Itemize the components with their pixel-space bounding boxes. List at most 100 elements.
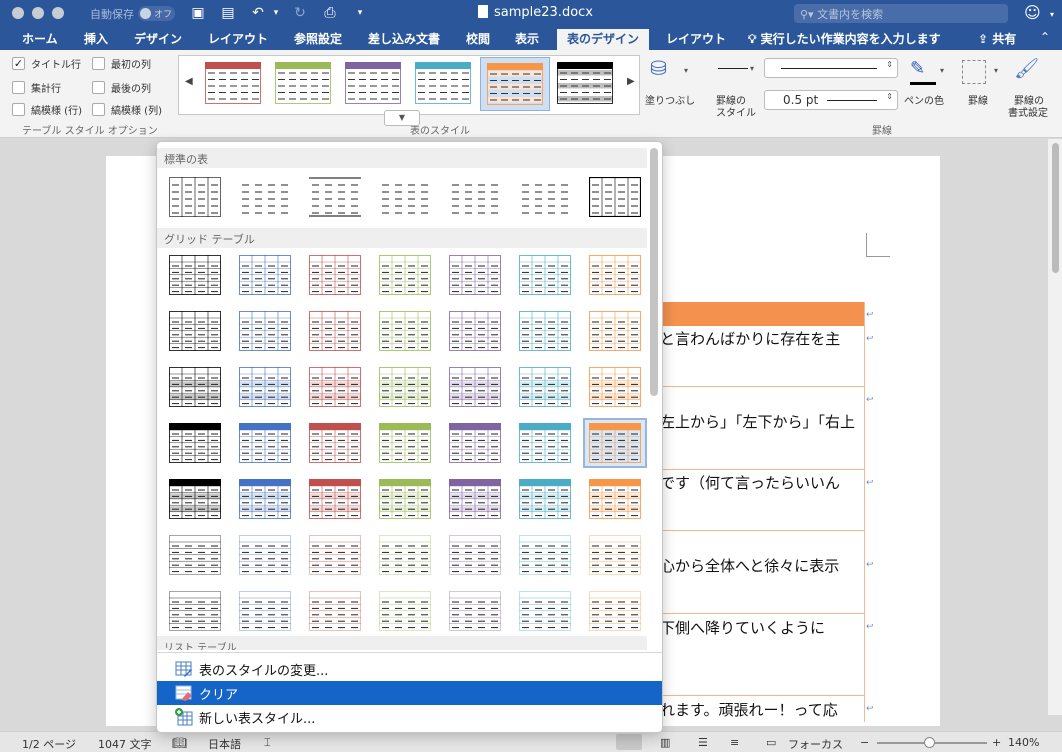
- grid-table-style-thumbnail[interactable]: [165, 588, 225, 634]
- gallery-style-purple[interactable]: [345, 62, 401, 104]
- zoom-level[interactable]: 140%: [1008, 736, 1039, 749]
- vertical-scrollbar[interactable]: [1047, 139, 1062, 715]
- grid-table-style-thumbnail[interactable]: [515, 532, 575, 578]
- save-icon[interactable]: ▤: [220, 5, 236, 21]
- autosave-toggle[interactable]: オフ: [138, 6, 175, 21]
- grid-table-style-thumbnail[interactable]: [165, 364, 225, 410]
- customize-toolbar-icon[interactable]: ▾: [352, 5, 368, 21]
- border-painter-icon[interactable]: 🖌︎: [1014, 56, 1040, 82]
- grid-table-style-thumbnail[interactable]: [375, 364, 435, 410]
- tell-me-input[interactable]: 💡︎ 実行したい作業内容を入力します: [748, 30, 941, 47]
- grid-table-style-thumbnail[interactable]: [445, 364, 505, 410]
- grid-table-style-thumbnail[interactable]: [585, 308, 645, 354]
- zoom-out-icon[interactable]: −: [860, 736, 869, 749]
- gallery-style-green[interactable]: [275, 62, 331, 104]
- table-cell-text[interactable]: 心から全体へと徐々に表示: [660, 555, 839, 576]
- grid-table-style-thumbnail[interactable]: [445, 252, 505, 298]
- grid-table-style-thumbnail[interactable]: [375, 476, 435, 522]
- grid-table-style-thumbnail[interactable]: [445, 532, 505, 578]
- gallery-expand-button[interactable]: ▼: [384, 110, 420, 126]
- last-column-checkbox[interactable]: 最後の列: [92, 80, 151, 95]
- plain-table-style-thumbnail[interactable]: [445, 174, 505, 220]
- feedback-smile-icon[interactable]: ☺: [1024, 4, 1042, 22]
- grid-table-style-thumbnail[interactable]: [585, 532, 645, 578]
- grid-table-style-thumbnail[interactable]: [515, 364, 575, 410]
- grid-table-style-thumbnail[interactable]: [235, 532, 295, 578]
- header-row-checkbox[interactable]: ✓ タイトル行: [12, 56, 81, 71]
- grid-table-style-thumbnail[interactable]: [445, 420, 505, 466]
- grid-table-style-thumbnail[interactable]: [515, 476, 575, 522]
- table-cell-text[interactable]: です（何て言ったらいいん: [660, 472, 840, 493]
- grid-table-style-thumbnail[interactable]: [165, 308, 225, 354]
- grid-table-style-thumbnail[interactable]: [375, 420, 435, 466]
- grid-table-style-thumbnail[interactable]: [445, 308, 505, 354]
- gallery-next-icon[interactable]: ▶: [627, 76, 635, 87]
- grid-table-style-thumbnail[interactable]: [305, 532, 365, 578]
- grid-table-style-thumbnail[interactable]: [515, 308, 575, 354]
- focus-mode-icon[interactable]: ▭: [766, 736, 776, 749]
- grid-table-style-thumbnail[interactable]: [165, 532, 225, 578]
- tab-table-design[interactable]: 表のデザイン: [557, 29, 650, 50]
- grid-table-style-thumbnail[interactable]: [235, 364, 295, 410]
- print-icon[interactable]: ⎙: [322, 5, 338, 21]
- grid-table-style-thumbnail[interactable]: [235, 308, 295, 354]
- redo-icon[interactable]: ↻: [292, 5, 308, 21]
- plain-table-style-thumbnail[interactable]: [585, 174, 645, 220]
- borders-grid-icon[interactable]: [962, 60, 986, 84]
- grid-table-style-thumbnail[interactable]: [585, 252, 645, 298]
- close-window-button[interactable]: [12, 7, 24, 19]
- clear-table-style-menu-item[interactable]: クリア: [157, 681, 662, 705]
- border-style-dropdown-icon[interactable]: ▾: [750, 64, 754, 73]
- grid-table-style-thumbnail[interactable]: [305, 308, 365, 354]
- tab-mailings[interactable]: 差し込み文書: [358, 29, 450, 50]
- grid-table-style-thumbnail[interactable]: [305, 476, 365, 522]
- line-style-select[interactable]: ⇕: [764, 58, 898, 78]
- print-layout-view-icon[interactable]: [616, 734, 642, 750]
- plain-table-style-thumbnail[interactable]: [305, 174, 365, 220]
- focus-mode-label[interactable]: フォーカス: [788, 736, 843, 752]
- grid-table-style-thumbnail[interactable]: [375, 532, 435, 578]
- ribbon-collapse-icon[interactable]: ⌃: [1040, 30, 1050, 44]
- grid-table-style-thumbnail[interactable]: [515, 252, 575, 298]
- gallery-style-black[interactable]: [557, 62, 613, 104]
- table-cell-text[interactable]: れます。頑張れー！って応: [660, 699, 838, 720]
- language-indicator[interactable]: 日本語: [208, 736, 241, 752]
- grid-table-style-thumbnail[interactable]: [305, 252, 365, 298]
- gallery-style-teal[interactable]: [415, 62, 471, 104]
- shading-bucket-icon[interactable]: ⛁: [650, 56, 676, 82]
- grid-table-style-thumbnail[interactable]: [165, 252, 225, 298]
- plain-table-style-thumbnail[interactable]: [165, 174, 225, 220]
- border-style-line-icon[interactable]: [718, 68, 748, 69]
- banded-columns-checkbox[interactable]: 縞模様 (列): [92, 102, 162, 117]
- tab-review[interactable]: 校閲: [456, 29, 500, 50]
- line-weight-select[interactable]: 0.5 pt ⇕: [764, 90, 898, 110]
- shading-dropdown-icon[interactable]: ▾: [684, 66, 688, 75]
- pen-color-dropdown-icon[interactable]: ▾: [940, 66, 944, 75]
- track-changes-icon[interactable]: ⌶: [264, 736, 271, 750]
- tab-home[interactable]: ホーム: [12, 29, 68, 50]
- grid-table-style-thumbnail[interactable]: [235, 252, 295, 298]
- grid-table-style-thumbnail[interactable]: [585, 364, 645, 410]
- scrollbar-thumb[interactable]: [1052, 143, 1059, 273]
- banded-rows-checkbox[interactable]: 縞模様 (行): [12, 102, 82, 117]
- grid-table-style-thumbnail[interactable]: [235, 476, 295, 522]
- grid-table-style-thumbnail[interactable]: [585, 588, 645, 634]
- table-cell-text[interactable]: 左上から」「左下から」「右上: [660, 411, 855, 432]
- grid-table-style-thumbnail[interactable]: [235, 420, 295, 466]
- proofing-icon[interactable]: 📖︎: [172, 736, 187, 750]
- pen-color-icon[interactable]: ✎: [910, 58, 936, 84]
- modify-table-style-menu-item[interactable]: 表のスタイルの変更...: [157, 657, 662, 681]
- tab-table-layout[interactable]: レイアウト: [656, 29, 736, 50]
- sidebar-icon[interactable]: ▣: [190, 5, 206, 21]
- grid-table-style-thumbnail[interactable]: [375, 252, 435, 298]
- grid-table-style-thumbnail[interactable]: [515, 588, 575, 634]
- zoom-in-icon[interactable]: +: [992, 736, 1001, 749]
- gallery-prev-icon[interactable]: ◀: [185, 76, 193, 87]
- total-row-checkbox[interactable]: 集計行: [12, 80, 61, 95]
- grid-table-style-thumbnail[interactable]: [375, 308, 435, 354]
- grid-table-style-thumbnail[interactable]: [515, 420, 575, 466]
- grid-table-style-thumbnail[interactable]: [235, 588, 295, 634]
- undo-dropdown-icon[interactable]: ▾: [268, 5, 284, 21]
- first-column-checkbox[interactable]: 最初の列: [92, 56, 151, 71]
- grid-table-style-thumbnail[interactable]: [165, 476, 225, 522]
